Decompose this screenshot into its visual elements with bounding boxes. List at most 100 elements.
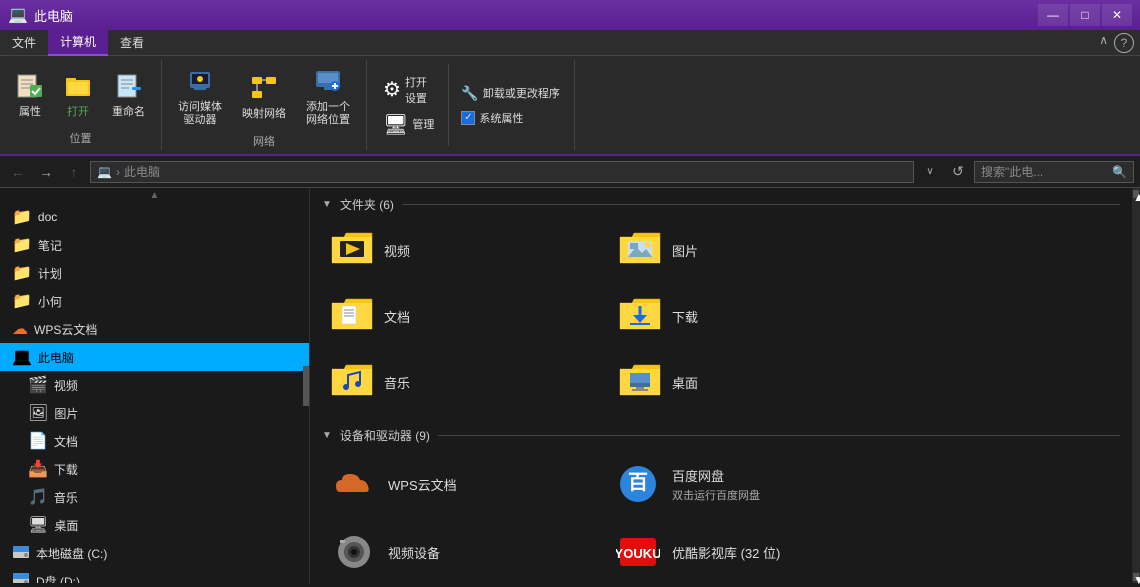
sidebar-label-download: 下载 (54, 461, 78, 478)
network-map-label: 映射网络 (242, 108, 286, 121)
baidu-cloud-icon: 百 (614, 460, 662, 508)
wps-cloud-device-name: WPS云文档 (388, 475, 457, 494)
folder-icon-doc: 📁 (12, 207, 32, 227)
window-icon: 💻 (8, 5, 28, 25)
folder-name-picture: 图片 (672, 241, 698, 260)
sidebar-item-video[interactable]: 🎬 视频 (0, 371, 309, 399)
ribbon-btn-add-location[interactable]: 添加一个网络位置 (300, 64, 356, 129)
folders-section-line (402, 204, 1120, 205)
sidebar-item-doc[interactable]: 📁 doc (0, 203, 309, 231)
menu-view[interactable]: 查看 (108, 30, 156, 55)
pc-icon-small: 💻 (97, 165, 112, 179)
title-bar: 💻 此电脑 — □ ✕ (0, 0, 1140, 30)
address-path[interactable]: 💻 › 此电脑 (90, 161, 914, 183)
sidebar-item-disk-d[interactable]: D盘 (D:) (0, 567, 309, 583)
sidebar-label-this-pc: 此电脑 (38, 349, 74, 366)
ribbon-group-network: 访问媒体驱动器 映射网络 (162, 60, 367, 150)
device-item-baidu[interactable]: 百 百度网盘 双击运行百度网盘 (606, 452, 886, 516)
window-title: 此电脑 (34, 6, 1032, 25)
sidebar-scroll-area: ▲ 📁 doc 📁 笔记 📁 计划 📁 小何 ☁ WPS云文档 (0, 188, 309, 583)
folders-section-arrow: ▼ (322, 199, 332, 210)
search-box[interactable]: 搜索"此电... 🔍 (974, 161, 1134, 183)
sidebar-item-local-disk-c[interactable]: 本地磁盘 (C:) (0, 539, 309, 567)
manage-icon: 🖥 (383, 112, 408, 137)
sidebar-item-plan[interactable]: 📁 计划 (0, 259, 309, 287)
sidebar-label-video: 视频 (54, 377, 78, 394)
folder-icon-plan: 📁 (12, 263, 32, 283)
scroll-up-area: ▲ (0, 188, 309, 203)
youku-device-info: 优酷影视库 (32 位) (672, 543, 780, 562)
sidebar-item-notes[interactable]: 📁 笔记 (0, 231, 309, 259)
device-item-wps-cloud[interactable]: WPS云文档 (322, 452, 602, 516)
ribbon-btn-sys-props[interactable]: ✓ 系统属性 (457, 108, 563, 128)
sidebar-item-download[interactable]: 📥 下载 (0, 455, 309, 483)
folder-item-video[interactable]: 视频 (322, 221, 602, 279)
maximize-button[interactable]: □ (1070, 4, 1100, 26)
close-button[interactable]: ✕ (1102, 4, 1132, 26)
back-button[interactable]: ← (6, 160, 30, 184)
properties-icon (16, 71, 44, 104)
youku-icon: YOUKU (614, 528, 662, 576)
ribbon-btn-open[interactable]: 打开 (58, 69, 98, 121)
uninstall-label: 卸载或更改程序 (483, 85, 560, 101)
device-item-youku[interactable]: YOUKU 优酷影视库 (32 位) (606, 520, 886, 583)
sidebar-label-doc: doc (38, 210, 57, 224)
youku-device-name: 优酷影视库 (32 位) (672, 543, 780, 562)
folder-name-download: 下载 (672, 307, 698, 326)
ribbon-btn-open-settings[interactable]: ⚙ 打开设置 (377, 72, 440, 108)
sidebar-item-document[interactable]: 📄 文档 (0, 427, 309, 455)
window-controls: — □ ✕ (1038, 4, 1132, 26)
sidebar-label-plan: 计划 (38, 265, 62, 282)
device-item-camera[interactable]: 视频设备 (322, 520, 602, 583)
folder-item-picture[interactable]: 图片 (610, 221, 890, 279)
dropdown-button[interactable]: ∨ (918, 160, 942, 184)
ribbon-btn-network-map[interactable]: 映射网络 (236, 71, 292, 123)
sidebar-item-xiaohe[interactable]: 📁 小何 (0, 287, 309, 315)
content-pane: ▼ 文件夹 (6) 视频 (310, 188, 1132, 583)
scroll-up-icon: ▲ (150, 190, 160, 201)
svg-text:YOUKU: YOUKU (616, 546, 660, 561)
minimize-button[interactable]: — (1038, 4, 1068, 26)
content-scrollbar[interactable]: ▲ ▼ (1132, 188, 1140, 583)
ribbon-btn-manage[interactable]: 🖥 管理 (377, 110, 440, 139)
ribbon-btn-properties[interactable]: 属性 (10, 69, 50, 121)
scrollbar-up-arrow[interactable]: ▲ (1133, 190, 1139, 198)
sidebar-label-desktop: 桌面 (54, 517, 78, 534)
folder-name-desktop: 桌面 (672, 373, 698, 392)
sidebar-item-this-pc[interactable]: 💻 此电脑 (0, 343, 309, 371)
ribbon: 属性 打开 (0, 56, 1140, 156)
ribbon-btn-uninstall[interactable]: 🔧 卸载或更改程序 (457, 83, 563, 104)
folders-section-title: 文件夹 (6) (340, 196, 394, 213)
ribbon-btn-rename[interactable]: 重命名 (106, 69, 151, 121)
refresh-button[interactable]: ↺ (946, 160, 970, 184)
folder-icon-desktop (618, 359, 662, 405)
sidebar-item-wps-cloud[interactable]: ☁ WPS云文档 (0, 315, 309, 343)
folder-item-download[interactable]: 下载 (610, 287, 890, 345)
sidebar-label-music: 音乐 (54, 489, 78, 506)
ribbon-location-items: 属性 打开 (10, 64, 151, 126)
address-bar: ← → ↑ 💻 › 此电脑 ∨ ↺ 搜索"此电... 🔍 (0, 156, 1140, 188)
folder-item-music[interactable]: 音乐 (322, 353, 602, 411)
folder-icon-picture (618, 227, 662, 273)
folder-icon-download (618, 293, 662, 339)
sidebar-label-disk-d: D盘 (D:) (36, 573, 80, 584)
ribbon-btn-media[interactable]: 访问媒体驱动器 (172, 64, 228, 129)
add-location-label: 添加一个网络位置 (306, 101, 350, 127)
up-button[interactable]: ↑ (62, 160, 86, 184)
ribbon-collapse-icon[interactable]: ∧ (1095, 33, 1112, 53)
folder-icon-document (330, 293, 374, 339)
sidebar-scrollbar-thumb[interactable] (303, 366, 309, 406)
network-group-label: 网络 (253, 129, 275, 149)
menu-file[interactable]: 文件 (0, 30, 48, 55)
help-icon[interactable]: ? (1114, 33, 1134, 53)
open-settings-label: 打开设置 (405, 74, 427, 106)
folder-item-document[interactable]: 文档 (322, 287, 602, 345)
sidebar-item-desktop[interactable]: 🖥 桌面 (0, 511, 309, 539)
forward-button[interactable]: → (34, 160, 58, 184)
sidebar-item-music[interactable]: 🎵 音乐 (0, 483, 309, 511)
menu-computer[interactable]: 计算机 (48, 29, 108, 56)
folder-icon-music (330, 359, 374, 405)
sidebar-item-picture[interactable]: 🖼 图片 (0, 399, 309, 427)
scrollbar-down-arrow[interactable]: ▼ (1133, 573, 1139, 581)
folder-item-desktop[interactable]: 桌面 (610, 353, 890, 411)
